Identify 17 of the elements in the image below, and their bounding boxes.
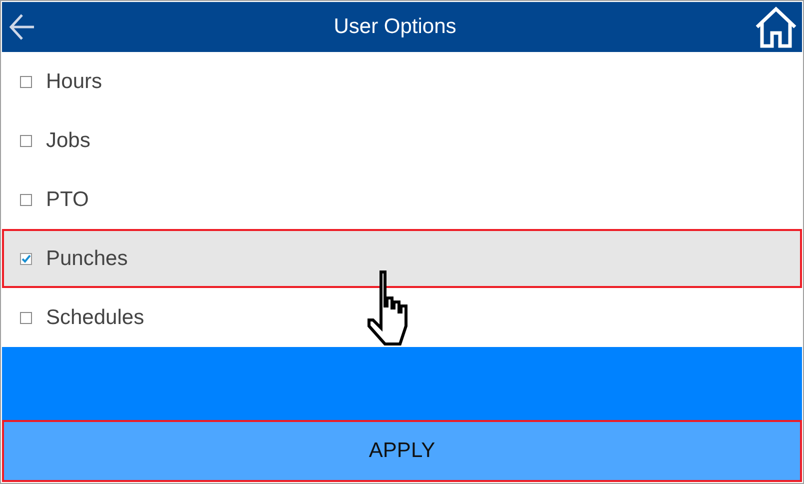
apply-button[interactable]: APPLY	[2, 420, 802, 482]
home-button[interactable]	[754, 6, 798, 48]
checkbox[interactable]	[20, 312, 32, 324]
option-label: Punches	[46, 246, 128, 270]
home-icon	[754, 6, 798, 48]
option-label: Hours	[46, 70, 102, 94]
back-button[interactable]	[8, 12, 36, 42]
checkbox[interactable]	[20, 194, 32, 206]
option-row[interactable]: Punches	[2, 229, 802, 288]
option-label: Jobs	[46, 128, 90, 152]
screen-title: User Options	[334, 15, 456, 39]
option-label: Schedules	[46, 306, 144, 330]
back-arrow-icon	[8, 12, 36, 42]
checkbox[interactable]	[20, 76, 32, 88]
option-label: PTO	[46, 188, 89, 212]
checkbox[interactable]	[20, 134, 32, 146]
checkbox[interactable]	[20, 252, 32, 264]
